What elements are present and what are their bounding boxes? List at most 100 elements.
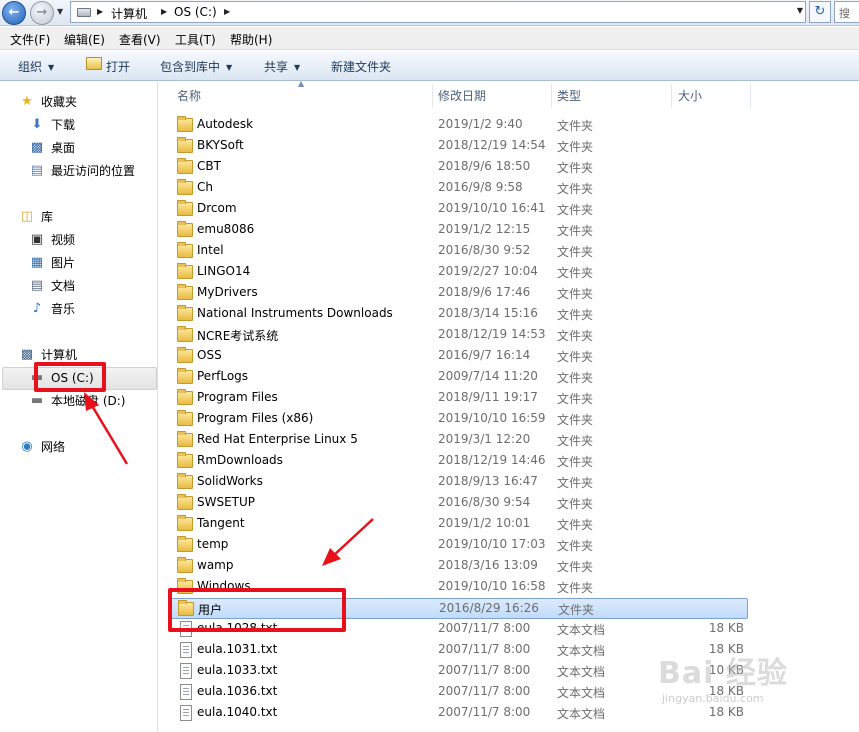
- menu-file[interactable]: 文件(F): [10, 31, 50, 48]
- refresh-button[interactable]: ↻: [809, 1, 831, 23]
- new-folder-button[interactable]: 新建文件夹: [331, 58, 391, 75]
- nav-videos[interactable]: ▣ 视频: [29, 229, 149, 251]
- file-row[interactable]: OSS 2016/9/7 16:14 文件夹: [168, 346, 748, 367]
- column-divider[interactable]: [432, 84, 433, 108]
- document-icon: ▤: [30, 278, 44, 293]
- file-type: 文件夹: [557, 119, 594, 133]
- file-type: 文件夹: [557, 182, 594, 196]
- download-folder-icon: ⬇: [31, 117, 43, 132]
- file-row[interactable]: SolidWorks 2018/9/13 16:47 文件夹: [168, 472, 748, 493]
- column-divider[interactable]: [671, 84, 672, 108]
- file-type: 文件夹: [557, 350, 594, 364]
- folder-icon: [177, 326, 193, 342]
- file-name: Program Files (x86): [197, 411, 314, 425]
- file-row[interactable]: NCRE考试系统 2018/12/19 14:53 文件夹: [168, 325, 748, 346]
- watermark-url: jingyan.baidu.com: [662, 692, 764, 705]
- file-date: 2019/10/10 17:03: [438, 537, 546, 551]
- nav-music[interactable]: ♪ 音乐: [29, 298, 149, 320]
- file-date: 2016/8/30 9:54: [438, 495, 531, 509]
- column-header-name[interactable]: 名称: [177, 84, 427, 108]
- file-row[interactable]: Ch 2016/9/8 9:58 文件夹: [168, 178, 748, 199]
- nav-favorites[interactable]: ★ 收藏夹: [19, 91, 149, 113]
- search-input[interactable]: 搜: [834, 1, 859, 23]
- computer-icon: ▩: [20, 347, 34, 362]
- menu-edit[interactable]: 编辑(E): [64, 31, 105, 48]
- address-history-dropdown-icon[interactable]: ▼: [797, 6, 803, 15]
- file-row[interactable]: Intel 2016/8/30 9:52 文件夹: [168, 241, 748, 262]
- back-button[interactable]: ←: [2, 1, 26, 25]
- nav-pictures[interactable]: ▦ 图片: [29, 252, 149, 274]
- file-row[interactable]: LINGO14 2019/2/27 10:04 文件夹: [168, 262, 748, 283]
- folder-icon: [177, 410, 193, 426]
- menu-help[interactable]: 帮助(H): [230, 31, 272, 48]
- file-type: 文件夹: [557, 329, 594, 343]
- file-row[interactable]: MyDrivers 2018/9/6 17:46 文件夹: [168, 283, 748, 304]
- breadcrumb-separator-icon[interactable]: ▶: [97, 7, 103, 16]
- file-row[interactable]: BKYSoft 2018/12/19 14:54 文件夹: [168, 136, 748, 157]
- file-row[interactable]: Program Files (x86) 2019/10/10 16:59 文件夹: [168, 409, 748, 430]
- column-size-label: 大小: [678, 89, 703, 103]
- file-date: 2018/3/16 13:09: [438, 558, 538, 572]
- file-row[interactable]: Autodesk 2019/1/2 9:40 文件夹: [168, 115, 748, 136]
- navigation-pane: ★ 收藏夹 ⬇ 下载 ▩ 桌面 ▤ 最近访问的位置 ◫ 库 ▣ 视频 ▦ 图片 …: [0, 82, 158, 732]
- nav-recent-places[interactable]: ▤ 最近访问的位置: [29, 160, 154, 182]
- folder-icon: [177, 557, 193, 573]
- annotation-box-user-folder: [168, 588, 346, 632]
- file-type: 文本文档: [557, 665, 606, 679]
- menu-tools[interactable]: 工具(T): [175, 31, 216, 48]
- file-row[interactable]: SWSETUP 2016/8/30 9:54 文件夹: [168, 493, 748, 514]
- nav-network[interactable]: ◉ 网络: [19, 436, 149, 458]
- nav-documents[interactable]: ▤ 文档: [29, 275, 149, 297]
- nav-desktop[interactable]: ▩ 桌面: [29, 137, 149, 159]
- file-row[interactable]: temp 2019/10/10 17:03 文件夹: [168, 535, 748, 556]
- nav-drive-d[interactable]: ▬ 本地磁盘 (D:): [29, 390, 154, 412]
- menu-bar: 文件(F) 编辑(E) 查看(V) 工具(T) 帮助(H): [0, 27, 859, 50]
- drive-icon: [77, 8, 91, 17]
- column-header-size[interactable]: 大小: [678, 84, 748, 108]
- file-row[interactable]: National Instruments Downloads 2018/3/14 …: [168, 304, 748, 325]
- file-row[interactable]: Drcom 2019/10/10 16:41 文件夹: [168, 199, 748, 220]
- organize-button[interactable]: 组织 ▼: [18, 58, 54, 75]
- network-icon: ◉: [21, 439, 33, 454]
- file-name: Ch: [197, 180, 213, 194]
- file-row[interactable]: wamp 2018/3/16 13:09 文件夹: [168, 556, 748, 577]
- file-row[interactable]: emu8086 2019/1/2 12:15 文件夹: [168, 220, 748, 241]
- breadcrumb-separator-icon[interactable]: ▶: [161, 7, 167, 16]
- file-row[interactable]: Red Hat Enterprise Linux 5 2019/3/1 12:20…: [168, 430, 748, 451]
- nav-libraries[interactable]: ◫ 库: [19, 206, 149, 228]
- file-name: NCRE考试系统: [197, 329, 279, 343]
- file-date: 2016/9/7 16:14: [438, 348, 531, 362]
- breadcrumb-separator-icon[interactable]: ▶: [224, 7, 230, 16]
- address-input[interactable]: ▶ 计算机 ▶ OS (C:) ▶ ▼: [70, 1, 806, 23]
- file-type: 文件夹: [557, 161, 594, 175]
- music-icon: ♪: [32, 301, 42, 316]
- file-row[interactable]: RmDownloads 2018/12/19 14:46 文件夹: [168, 451, 748, 472]
- column-header-date[interactable]: 修改日期: [438, 84, 548, 108]
- include-in-library-button[interactable]: 包含到库中 ▼: [160, 58, 232, 75]
- menu-view[interactable]: 查看(V): [119, 31, 161, 48]
- chevron-down-icon: ▼: [226, 63, 233, 72]
- drive-icon: ▬: [30, 393, 44, 408]
- file-date: 2018/3/14 15:16: [438, 306, 538, 320]
- folder-icon: [177, 431, 193, 447]
- column-divider[interactable]: [750, 84, 751, 108]
- file-date: 2018/12/19 14:54: [438, 138, 546, 152]
- column-header-type[interactable]: 类型: [557, 84, 667, 108]
- file-row[interactable]: Program Files 2018/9/11 19:17 文件夹: [168, 388, 748, 409]
- file-row[interactable]: CBT 2018/9/6 18:50 文件夹: [168, 157, 748, 178]
- file-row[interactable]: eula.1040.txt 2007/11/7 8:00 文本文档 18 KB: [168, 703, 748, 724]
- column-divider[interactable]: [551, 84, 552, 108]
- folder-icon: [177, 368, 193, 384]
- video-icon: ▣: [30, 232, 44, 247]
- folder-icon: [177, 389, 193, 405]
- breadcrumb-computer[interactable]: 计算机: [111, 5, 147, 22]
- open-button[interactable]: 打开: [106, 58, 130, 75]
- desktop-icon: ▩: [30, 140, 44, 155]
- file-row[interactable]: Tangent 2019/1/2 10:01 文件夹: [168, 514, 748, 535]
- forward-button[interactable]: →: [30, 1, 54, 25]
- breadcrumb-drive-c[interactable]: OS (C:): [174, 5, 217, 19]
- nav-downloads[interactable]: ⬇ 下载: [29, 114, 149, 136]
- file-row[interactable]: PerfLogs 2009/7/14 11:20 文件夹: [168, 367, 748, 388]
- recent-pages-dropdown-icon[interactable]: ▼: [57, 7, 63, 16]
- share-button[interactable]: 共享 ▼: [264, 58, 300, 75]
